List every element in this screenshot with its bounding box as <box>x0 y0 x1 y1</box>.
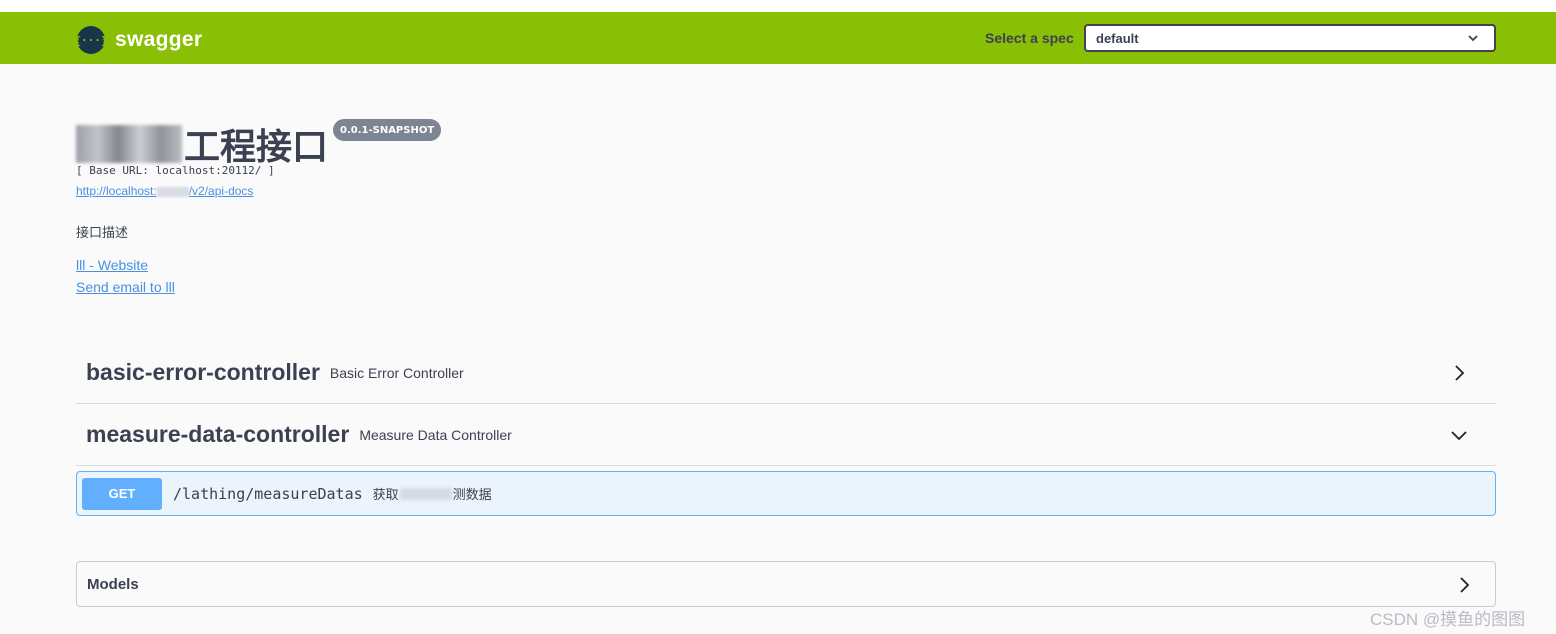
page-title: 工程接口 <box>76 118 328 170</box>
chevron-right-icon[interactable] <box>1450 364 1468 382</box>
spec-select-value: default <box>1096 30 1139 46</box>
email-link[interactable]: Send email to lll <box>76 279 175 295</box>
models-title: Models <box>87 575 139 593</box>
redacted-port <box>156 186 189 197</box>
api-docs-link[interactable]: http://localhost: /v2/api-docs <box>76 184 253 198</box>
models-section[interactable]: Models <box>76 561 1496 607</box>
operation-summary-suffix: 测数据 <box>452 487 492 502</box>
tag-name: measure-data-controller <box>86 421 350 447</box>
tag-name: basic-error-controller <box>86 359 320 385</box>
version-badge: 0.0.1-SNAPSHOT <box>333 119 442 141</box>
tag-description: Basic Error Controller <box>329 364 464 381</box>
chevron-right-icon[interactable] <box>1455 576 1473 594</box>
operation-path: /lathing/measureDatas <box>173 484 363 503</box>
redacted-title-part <box>76 125 182 163</box>
tag-description: Measure Data Controller <box>359 426 512 443</box>
tag-basic-error-controller[interactable]: basic-error-controller Basic Error Contr… <box>76 342 1496 404</box>
operation-summary-prefix: 获取 <box>372 487 399 502</box>
top-bar: {···} swagger Select a spec default <box>0 12 1556 64</box>
chevron-down-icon[interactable] <box>1450 426 1468 444</box>
swagger-logo-icon: {···} <box>74 26 108 54</box>
select-spec-label: Select a spec <box>985 30 1074 46</box>
operation-get-measure-datas[interactable]: GET /lathing/measureDatas 获取 测数据 <box>76 471 1496 516</box>
api-docs-link-suffix: /v2/api-docs <box>188 184 254 198</box>
spec-select[interactable]: default <box>1084 24 1496 52</box>
website-link[interactable]: lll - Website <box>76 257 148 273</box>
swagger-logo[interactable]: {···} swagger <box>74 26 203 54</box>
tag-measure-data-controller[interactable]: measure-data-controller Measure Data Con… <box>76 404 1496 466</box>
redacted-summary-part <box>399 487 452 500</box>
method-badge: GET <box>82 477 162 510</box>
api-docs-link-prefix: http://localhost: <box>76 184 157 198</box>
base-url: [ Base URL: localhost:20112/ ] <box>76 164 275 177</box>
page-title-text: 工程接口 <box>184 126 329 167</box>
operation-summary: 获取 测数据 <box>373 484 492 503</box>
browser-top-strip <box>0 0 1556 12</box>
swagger-logo-text: swagger <box>115 28 203 51</box>
api-description: 接口描述 <box>76 225 129 240</box>
chevron-down-icon <box>1468 35 1478 42</box>
watermark: CSDN @摸鱼的图图 <box>1370 610 1526 629</box>
